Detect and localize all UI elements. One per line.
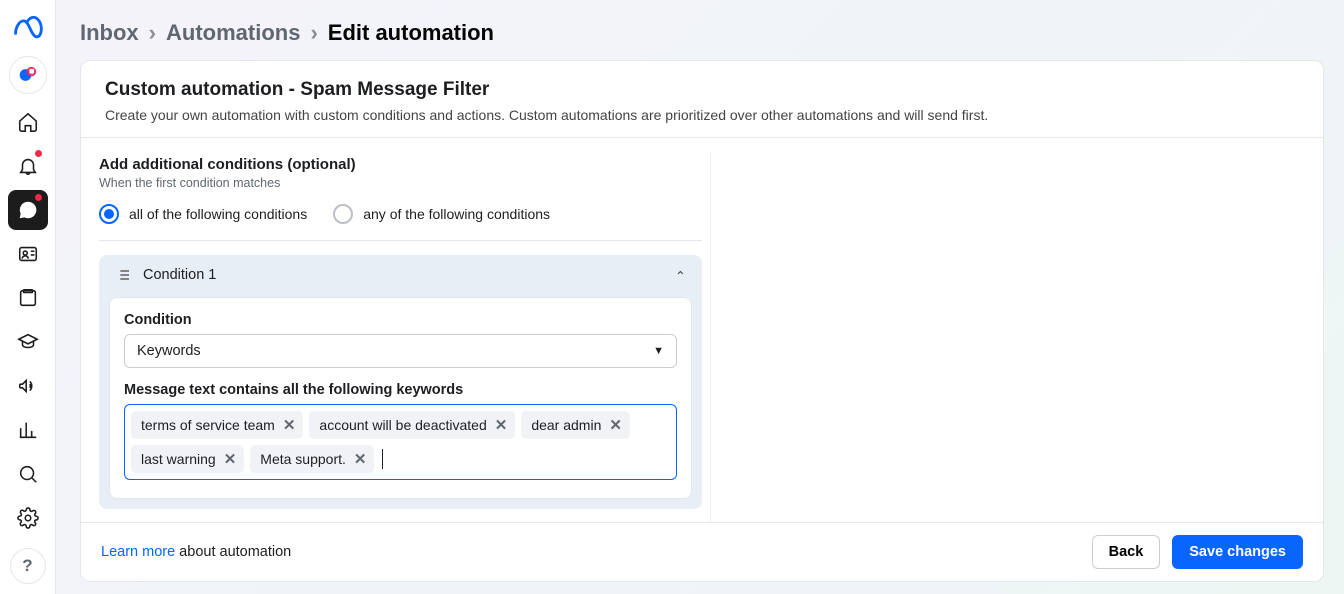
card-footer: Learn more about automation Back Save ch… — [81, 522, 1323, 581]
keyword-tag: dear admin ✕ — [521, 411, 630, 439]
list-icon — [115, 267, 131, 283]
inbox-dot — [35, 194, 42, 201]
radio-indicator — [99, 204, 119, 224]
save-button[interactable]: Save changes — [1172, 535, 1303, 569]
remove-tag-icon[interactable]: ✕ — [495, 416, 508, 434]
condition-heading: Condition 1 — [143, 267, 216, 283]
select-value: Keywords — [137, 343, 201, 359]
nav-posts-icon[interactable] — [8, 278, 48, 318]
nav-search-icon[interactable] — [8, 454, 48, 494]
keyword-tag: last warning ✕ — [131, 445, 244, 473]
chevron-right-icon: › — [149, 20, 156, 46]
radio-any-label: any of the following conditions — [363, 206, 550, 222]
condition-header[interactable]: Condition 1 ⌄ — [99, 255, 702, 295]
conditions-title: Add additional conditions (optional) — [99, 156, 702, 173]
page-title: Custom automation - Spam Message Filter — [105, 79, 1299, 101]
keyword-tag-text: terms of service team — [141, 417, 275, 433]
condition-body: Condition Keywords ▼ Message text contai… — [109, 297, 692, 499]
remove-tag-icon[interactable]: ✕ — [609, 416, 622, 434]
nav-inbox-icon[interactable] — [8, 190, 48, 230]
match-mode-radio-group: all of the following conditions any of t… — [99, 204, 702, 224]
nav-contacts-icon[interactable] — [8, 234, 48, 274]
chevron-right-icon: › — [310, 20, 317, 46]
breadcrumb-automations[interactable]: Automations — [166, 20, 300, 46]
nav-ads-icon[interactable] — [8, 366, 48, 406]
divider — [99, 240, 702, 241]
keyword-tag-text: last warning — [141, 451, 216, 467]
keywords-input[interactable]: terms of service team✕account will be de… — [124, 404, 677, 480]
keyword-tag: terms of service team ✕ — [131, 411, 303, 439]
conditions-panel: Add additional conditions (optional) Whe… — [97, 152, 711, 522]
breadcrumb: Inbox › Automations › Edit automation — [80, 20, 1324, 46]
meta-logo[interactable] — [10, 10, 46, 46]
nav-education-icon[interactable] — [8, 322, 48, 362]
left-sidebar: ? — [0, 0, 56, 594]
remove-tag-icon[interactable]: ✕ — [283, 416, 296, 434]
keyword-tag-text: Meta support. — [260, 451, 346, 467]
nav-insights-icon[interactable] — [8, 410, 48, 450]
card-body: Add additional conditions (optional) Whe… — [81, 138, 1323, 522]
keyword-tag-text: account will be deactivated — [319, 417, 486, 433]
remove-tag-icon[interactable]: ✕ — [354, 450, 367, 468]
nav-help-icon[interactable]: ? — [10, 548, 46, 584]
automation-card: Custom automation - Spam Message Filter … — [80, 60, 1324, 582]
radio-all[interactable]: all of the following conditions — [99, 204, 307, 224]
condition-block: Condition 1 ⌄ Condition Keywords ▼ Messa… — [99, 255, 702, 509]
nav-settings-icon[interactable] — [8, 498, 48, 538]
card-header: Custom automation - Spam Message Filter … — [81, 61, 1323, 138]
text-cursor — [382, 449, 383, 469]
radio-all-label: all of the following conditions — [129, 206, 307, 222]
radio-indicator — [333, 204, 353, 224]
chevron-up-icon[interactable]: ⌄ — [675, 267, 686, 283]
back-button[interactable]: Back — [1092, 535, 1161, 569]
conditions-hint: When the first condition matches — [99, 176, 702, 190]
radio-any[interactable]: any of the following conditions — [333, 204, 550, 224]
keyword-tag-text: dear admin — [531, 417, 601, 433]
page-subtitle: Create your own automation with custom c… — [105, 107, 1299, 123]
learn-more: Learn more about automation — [101, 544, 291, 560]
breadcrumb-inbox[interactable]: Inbox — [80, 20, 139, 46]
nav-notifications-icon[interactable] — [8, 146, 48, 186]
remove-tag-icon[interactable]: ✕ — [224, 450, 237, 468]
keyword-tag: account will be deactivated ✕ — [309, 411, 515, 439]
question-mark-icon: ? — [22, 556, 32, 576]
account-switcher[interactable] — [9, 56, 47, 94]
keywords-label: Message text contains all the following … — [124, 382, 677, 398]
nav-home-icon[interactable] — [8, 102, 48, 142]
learn-more-link[interactable]: Learn more — [101, 544, 175, 560]
condition-type-select[interactable]: Keywords ▼ — [124, 334, 677, 368]
condition-field-label: Condition — [124, 312, 677, 328]
breadcrumb-current: Edit automation — [328, 20, 494, 46]
main-area: Inbox › Automations › Edit automation Cu… — [56, 0, 1344, 594]
learn-more-text: about automation — [175, 544, 291, 560]
keyword-tag: Meta support. ✕ — [250, 445, 374, 473]
notification-dot — [35, 150, 42, 157]
caret-down-icon: ▼ — [653, 345, 664, 357]
